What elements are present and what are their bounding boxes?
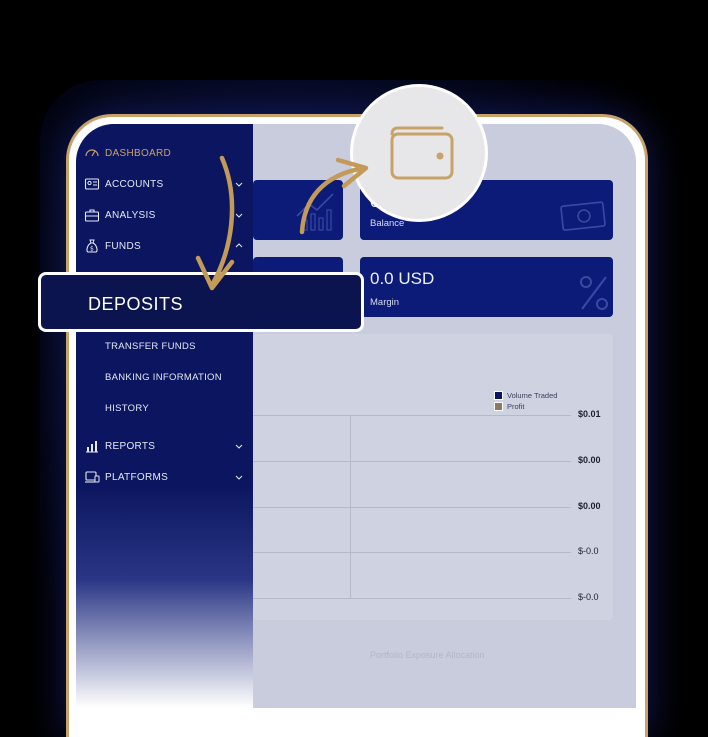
annotation-arrows	[195, 155, 369, 291]
arrow-to-deposits-head	[195, 255, 235, 291]
